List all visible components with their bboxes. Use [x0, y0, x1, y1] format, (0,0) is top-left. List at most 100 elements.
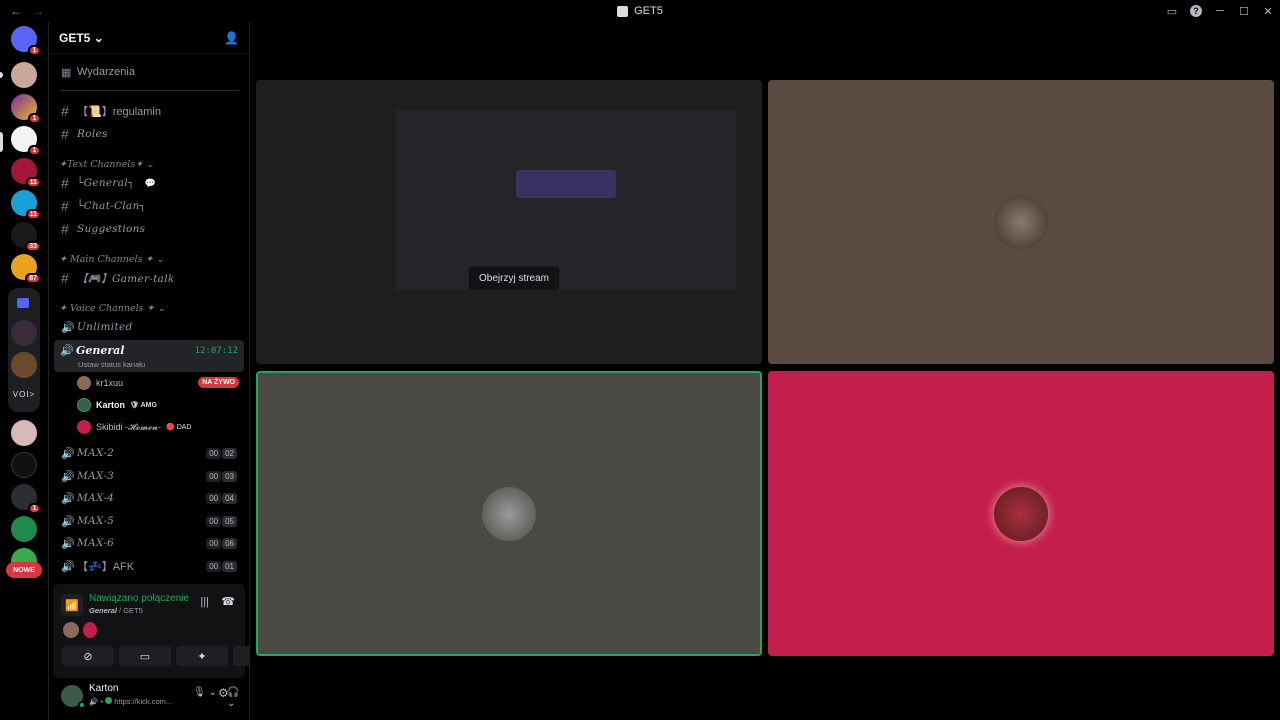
watch-stream-button[interactable]: Obejrzyj stream	[468, 266, 561, 291]
hash-icon: #	[61, 270, 69, 286]
notification-badge: 1	[28, 45, 41, 56]
participant-avatar	[994, 486, 1048, 541]
disconnect-icon[interactable]: ☎	[221, 595, 235, 608]
avatar	[77, 398, 91, 412]
folder-icon	[17, 298, 29, 308]
hash-icon: #	[61, 103, 69, 119]
camera-off-button[interactable]: ⊘	[62, 646, 114, 666]
server-icon[interactable]	[11, 320, 37, 346]
server-list: 1 1 1 11 11 33 87 VOI> 1 NOWE	[0, 22, 48, 720]
speaker-icon: 🔊	[61, 515, 75, 528]
server-icon[interactable]	[11, 62, 37, 88]
screen-share-icon: ▭	[139, 650, 151, 663]
avatar	[63, 622, 79, 638]
forward-arrow-icon[interactable]: →	[32, 4, 44, 18]
activities-button[interactable]: ✦	[176, 646, 228, 666]
channel-status[interactable]: Ustaw status kanału	[78, 360, 145, 369]
speaker-icon: 🔊	[61, 321, 75, 334]
connection-location[interactable]: General / GET5	[89, 606, 143, 615]
hash-icon: #	[61, 198, 69, 214]
voice-channel-max-4[interactable]: 🔊 MAX-4 00 04	[55, 488, 245, 508]
speaker-icon: 🔊	[61, 470, 75, 483]
server-icon[interactable]: VOI>	[8, 390, 40, 399]
hash-icon: #	[61, 175, 69, 191]
speaker-icon: 🔊	[61, 537, 75, 550]
stream-tile[interactable]: Obejrzyj stream	[256, 80, 762, 364]
category-voice-channels[interactable]: ✦ Voice Channels ✦ ⌄	[59, 303, 165, 314]
server-header[interactable]: GET5 ⌄ 👤	[49, 22, 249, 54]
voice-channel-max-6[interactable]: 🔊 MAX-6 00 06	[55, 533, 245, 553]
live-badge: NA ŻYWO	[198, 377, 239, 388]
voice-channel-general-active[interactable]: 🔊 General 12:07:12 Ustaw status kanału	[54, 340, 244, 372]
divider	[61, 90, 239, 91]
connection-status: Nawiązano połączenie	[89, 593, 190, 604]
events-link[interactable]: ▦ Wydarzenia	[55, 62, 245, 82]
username[interactable]: Karton	[89, 683, 118, 694]
help-icon[interactable]: ?	[1190, 5, 1202, 17]
speaker-icon: 🔊	[61, 447, 75, 460]
server-icon[interactable]: 87	[11, 254, 41, 284]
clan-tag: 🛡 AMG	[130, 402, 157, 409]
notification-badge: 11	[25, 177, 41, 188]
voice-channel-max-2[interactable]: 🔊 MAX-2 00 02	[55, 443, 245, 463]
settings-gear-icon[interactable]: ⚙	[218, 686, 229, 700]
category-text-channels[interactable]: ✦Text Channels✦ ⌄	[59, 159, 154, 170]
discord-home-icon[interactable]: 1	[11, 26, 41, 56]
screen-share-button[interactable]: ▭	[119, 646, 171, 666]
chevron-down-icon: ⌄	[93, 30, 104, 45]
voice-channel-max-3[interactable]: 🔊 MAX-3 00 03	[55, 466, 245, 486]
participant-tile-speaking[interactable]	[256, 371, 762, 656]
back-arrow-icon[interactable]: ←	[10, 4, 22, 18]
kick-icon	[105, 697, 113, 704]
hash-icon: #	[61, 126, 69, 142]
voice-member[interactable]: Karton 🛡 AMG	[77, 396, 157, 414]
channel-sidebar: GET5 ⌄ 👤 ▦ Wydarzenia # 【📜】regulamin # R…	[48, 22, 285, 720]
call-timer: 12:07:12	[194, 346, 238, 356]
voice-connection-panel: 📶 Nawiązano połączenie General / GET5 ||…	[53, 584, 285, 678]
title-bar: ← → GET5 ▭ ? ─ ☐ ✕	[0, 0, 1280, 22]
clan-tag: 🔴 DAD	[166, 424, 192, 431]
server-icon[interactable]: 11	[11, 190, 41, 220]
calendar-icon: ▦	[61, 66, 72, 79]
voice-channel-max-5[interactable]: 🔊 MAX-5 00 05	[55, 511, 245, 531]
participant-tile[interactable]	[768, 371, 1274, 656]
participant-tile[interactable]	[768, 80, 1274, 364]
server-icon-active[interactable]: 1	[11, 126, 41, 156]
noise-suppression-icon[interactable]: |||	[200, 596, 209, 608]
channel-suggestions[interactable]: # Suggestions	[55, 219, 245, 239]
server-folder[interactable]: VOI>	[8, 288, 40, 412]
microphone-icon[interactable]: 🎙 ⌄	[193, 687, 217, 698]
category-main-channels[interactable]: ✦ Main Channels ✦ ⌄	[59, 254, 164, 265]
server-icon[interactable]	[11, 420, 37, 446]
speaker-icon: 🔊	[61, 492, 75, 505]
channel-chat-clan[interactable]: # └Chat-Clan┐	[55, 196, 245, 216]
server-icon[interactable]: 11	[11, 158, 41, 188]
channel-roles[interactable]: # Roles	[55, 124, 245, 144]
notification-badge: 11	[25, 209, 41, 220]
voice-member[interactable]: Skibidi -𝓗𝓮𝓶𝓮𝓷- 🔴 DAD	[77, 418, 191, 436]
notification-badge: 1	[28, 145, 41, 156]
notification-badge: 1	[28, 113, 41, 124]
maximize-button[interactable]: ☐	[1232, 0, 1256, 22]
channel-regulamin[interactable]: # 【📜】regulamin	[55, 101, 245, 121]
channel-general-text[interactable]: # └General┐ 💬	[55, 173, 245, 193]
signal-icon[interactable]: 📶	[61, 594, 83, 616]
server-icon[interactable]	[11, 352, 37, 378]
server-icon[interactable]: 1	[11, 484, 41, 514]
inbox-icon[interactable]: ▭	[1160, 0, 1184, 22]
headphones-icon[interactable]: 🎧 ⌄	[227, 687, 249, 709]
close-button[interactable]: ✕	[1256, 0, 1280, 22]
cube-server-icon[interactable]	[11, 452, 37, 478]
server-icon[interactable]	[11, 516, 37, 542]
window-title: GET5	[634, 5, 663, 17]
channel-gamer-talk[interactable]: # 【🎮】Gamer-talk	[55, 268, 245, 288]
chat-bubble-icon: 💬	[144, 177, 156, 188]
notification-badge: 1	[28, 503, 41, 514]
voice-channel-unlimited[interactable]: 🔊 Unlimited	[55, 317, 245, 337]
minimize-button[interactable]: ─	[1208, 0, 1232, 22]
voice-channel-afk[interactable]: 🔊 【💤】AFK 00 01	[55, 556, 245, 576]
server-icon[interactable]: 33	[11, 222, 41, 252]
voice-member[interactable]: kr1xuu	[77, 374, 123, 392]
server-icon[interactable]: 1	[11, 94, 41, 124]
invite-icon[interactable]: 👤	[224, 31, 239, 45]
